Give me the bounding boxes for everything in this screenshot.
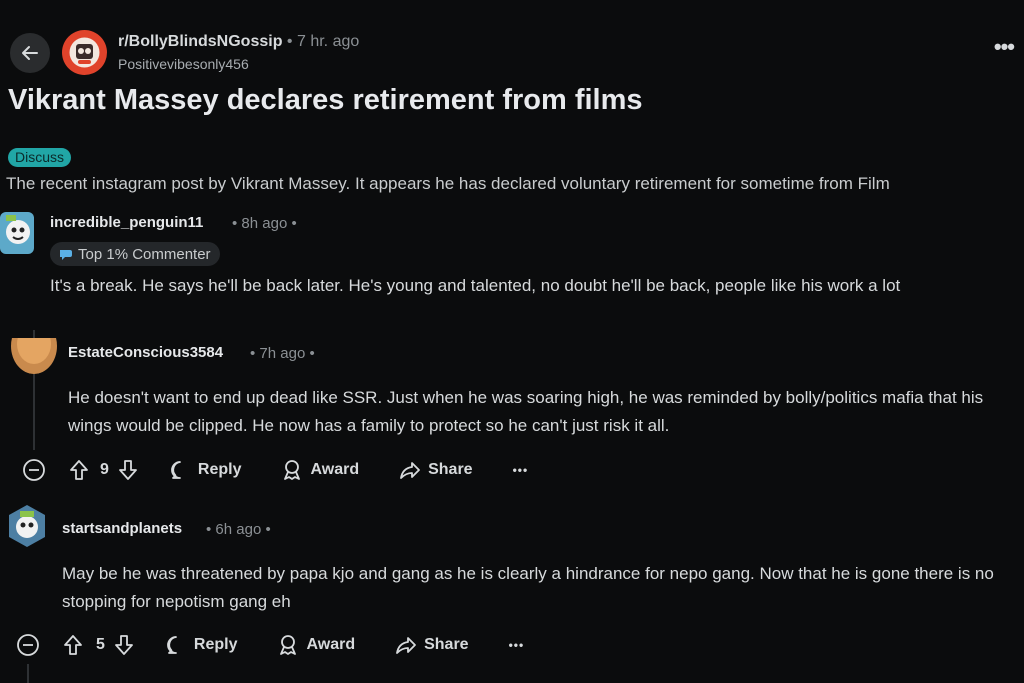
commenter-badge-label: Top 1% Commenter — [78, 245, 211, 263]
reply-icon — [167, 636, 177, 654]
reply-label: Reply — [193, 636, 238, 653]
share-icon — [396, 637, 416, 654]
share-label: Share — [428, 461, 473, 478]
subreddit-avatar[interactable] — [62, 30, 107, 75]
back-button[interactable] — [10, 33, 50, 73]
award-icon — [284, 460, 301, 480]
upvote-icon[interactable] — [68, 459, 90, 481]
meta-separator: • — [286, 33, 293, 50]
reply-label: Reply — [197, 461, 242, 478]
comment-text: May be he was threatened by papa kjo and… — [62, 564, 994, 611]
subreddit-name[interactable]: r/BollyBlindsNGossip — [118, 33, 282, 50]
comment-actions: 9 Reply Award Share ••• — [22, 456, 528, 484]
share-label: Share — [424, 636, 469, 653]
avatar[interactable] — [0, 210, 38, 256]
vote-count: 5 — [96, 636, 105, 653]
share-button[interactable]: Share — [395, 634, 469, 656]
comment-more-icon[interactable]: ••• — [509, 638, 525, 652]
avatar[interactable] — [11, 338, 57, 374]
reply-icon — [171, 461, 181, 479]
comment-username[interactable]: EstateConscious3584 — [68, 344, 223, 361]
comment-username[interactable]: incredible_penguin11 — [50, 214, 203, 231]
post-author[interactable]: Positivevibesonly456 — [118, 56, 249, 72]
downvote-icon[interactable] — [113, 634, 135, 656]
share-icon — [400, 462, 420, 479]
post-title: Vikrant Massey declares retirement from … — [8, 84, 643, 116]
collapse-icon[interactable] — [16, 633, 40, 657]
post-subreddit-line: r/BollyBlindsNGossip • 7 hr. ago — [118, 33, 359, 51]
reply-button[interactable]: Reply — [169, 459, 242, 481]
award-label: Award — [306, 636, 356, 653]
comment-text: It's a break. He says he'll be back late… — [50, 276, 901, 295]
collapse-icon[interactable] — [22, 458, 46, 482]
avatar[interactable] — [6, 503, 48, 549]
comment-username[interactable]: startsandplanets — [62, 520, 182, 537]
vote-count: 9 — [100, 461, 109, 478]
award-icon — [280, 635, 297, 655]
award-button[interactable]: Award — [277, 634, 355, 656]
arrow-left-icon — [22, 46, 38, 60]
commenter-badge: Top 1% Commenter — [50, 242, 220, 266]
commenter-badge-icon — [60, 250, 72, 260]
post-flair[interactable]: Discuss — [8, 148, 72, 167]
post-time: 7 hr. ago — [296, 33, 360, 50]
upvote-icon[interactable] — [62, 634, 84, 656]
reply-button[interactable]: Reply — [165, 634, 238, 656]
downvote-icon[interactable] — [117, 459, 139, 481]
award-label: Award — [310, 461, 360, 478]
post-more-icon[interactable]: ••• — [994, 34, 1015, 60]
comment-more-icon[interactable]: ••• — [513, 463, 529, 477]
share-button[interactable]: Share — [399, 459, 473, 481]
award-button[interactable]: Award — [281, 459, 359, 481]
comment-actions: 5 Reply Award Share ••• — [16, 631, 524, 659]
post-body: The recent instagram post by Vikrant Mas… — [6, 174, 890, 193]
thread-line[interactable] — [27, 664, 29, 683]
comment-meta: • 8h ago • — [232, 215, 297, 232]
comment-meta: • 7h ago • — [250, 345, 315, 362]
comment-text: He doesn't want to end up dead like SSR.… — [68, 388, 984, 435]
comment-meta: • 6h ago • — [206, 521, 271, 538]
